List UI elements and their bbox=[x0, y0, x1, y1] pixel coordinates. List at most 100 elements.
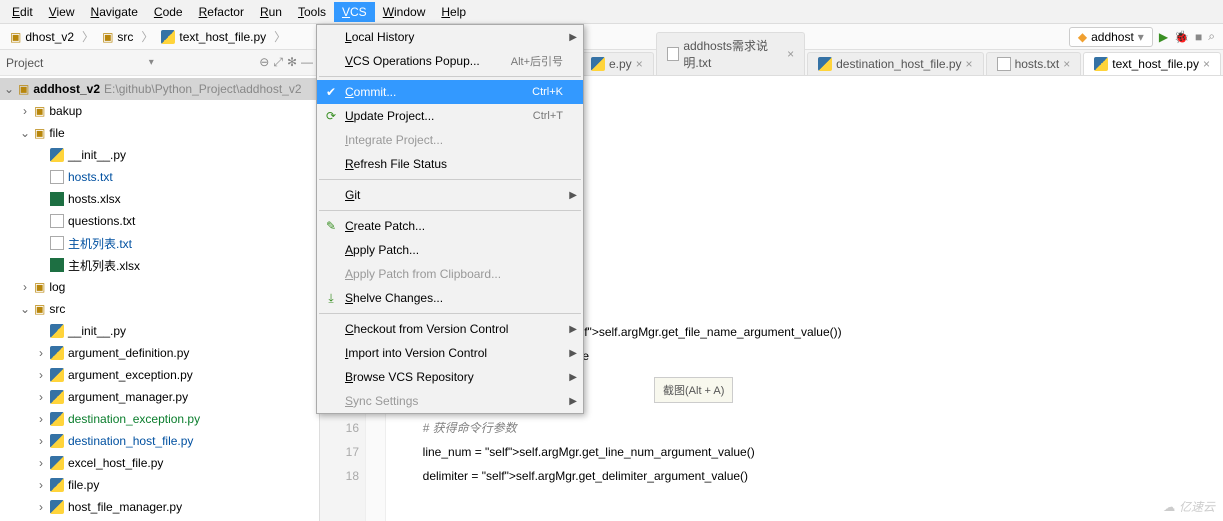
python-icon bbox=[50, 368, 64, 382]
tab-label: e.py bbox=[609, 57, 632, 71]
tree-item-file[interactable]: ⌄▣file bbox=[0, 122, 319, 144]
tab-label: addhosts需求说明.txt bbox=[683, 37, 783, 71]
tree-item-destination_exception.py[interactable]: ›destination_exception.py bbox=[0, 408, 319, 430]
folder-icon: ▣ bbox=[102, 30, 113, 44]
close-icon[interactable]: × bbox=[636, 57, 643, 71]
tree-item-__init__.py[interactable]: __init__.py bbox=[0, 144, 319, 166]
menu-item-local-history[interactable]: Local History▶ bbox=[317, 25, 583, 49]
tree-item-label: log bbox=[49, 280, 65, 294]
tab-text_host_file.py[interactable]: text_host_file.py× bbox=[1083, 52, 1221, 75]
tree-item-excel_host_file.py[interactable]: ›excel_host_file.py bbox=[0, 452, 319, 474]
menu-item-shelve-changes-[interactable]: ⤓Shelve Changes... bbox=[317, 286, 583, 310]
menu-shortcut: Ctrl+K bbox=[532, 86, 563, 98]
menu-edit[interactable]: Edit bbox=[4, 2, 41, 22]
menu-run[interactable]: Run bbox=[252, 2, 290, 22]
tree-item-argument_exception.py[interactable]: ›argument_exception.py bbox=[0, 364, 319, 386]
breadcrumb-file[interactable]: text_host_file.py bbox=[155, 28, 272, 46]
tree-item-label: 主机列表.txt bbox=[68, 235, 132, 252]
menu-window[interactable]: Window bbox=[375, 2, 434, 22]
menu-item-refresh-file-status[interactable]: Refresh File Status bbox=[317, 152, 583, 176]
debug-button[interactable]: 🐞 bbox=[1174, 30, 1189, 44]
python-run-icon: ◆ bbox=[1078, 30, 1087, 44]
menu-item-label: Sync Settings bbox=[345, 394, 418, 408]
menu-item-vcs-operations-popup-[interactable]: VCS Operations Popup...Alt+后引号 bbox=[317, 49, 583, 73]
menu-tools[interactable]: Tools bbox=[290, 2, 334, 22]
menu-navigate[interactable]: Navigate bbox=[83, 2, 146, 22]
hide-icon[interactable]: — bbox=[301, 55, 313, 70]
menu-item-commit-[interactable]: ✔Commit...Ctrl+K bbox=[317, 80, 583, 104]
menu-item-browse-vcs-repository[interactable]: Browse VCS Repository▶ bbox=[317, 365, 583, 389]
menu-item-apply-patch-[interactable]: Apply Patch... bbox=[317, 238, 583, 262]
menu-item-git[interactable]: Git▶ bbox=[317, 183, 583, 207]
tree-item-argument_manager.py[interactable]: ›argument_manager.py bbox=[0, 386, 319, 408]
tree-item-questions.txt[interactable]: questions.txt bbox=[0, 210, 319, 232]
close-icon[interactable]: × bbox=[787, 47, 794, 61]
folder-icon: ▣ bbox=[34, 104, 45, 118]
tree-item-__init__.py[interactable]: __init__.py bbox=[0, 320, 319, 342]
tab-destination_host_file.py[interactable]: destination_host_file.py × bbox=[807, 52, 983, 75]
text-icon bbox=[50, 236, 64, 250]
close-icon[interactable]: × bbox=[1063, 57, 1070, 71]
tree-item-file.py[interactable]: ›file.py bbox=[0, 474, 319, 496]
menu-help[interactable]: Help bbox=[433, 2, 474, 22]
folder-icon: ▣ bbox=[34, 126, 45, 140]
project-panel-header: Project ▾ ⊖ ⤢ ✻ — bbox=[0, 50, 319, 76]
project-root-row[interactable]: ⌄ ▣ addhost_v2 E:\github\Python_Project\… bbox=[0, 78, 319, 100]
menu-item-update-project-[interactable]: ⟳Update Project...Ctrl+T bbox=[317, 104, 583, 128]
python-icon bbox=[50, 412, 64, 426]
patch-icon: ✎ bbox=[323, 218, 339, 234]
menu-item-label: Update Project... bbox=[345, 109, 434, 123]
menu-item-label: Local History bbox=[345, 30, 414, 44]
collapse-all-icon[interactable]: ⊖ bbox=[259, 55, 269, 70]
breadcrumb: ▣ dhost_v2 〉 ▣ src 〉 text_host_file.py 〉 bbox=[0, 28, 286, 46]
tree-item-src[interactable]: ⌄▣src bbox=[0, 298, 319, 320]
breadcrumb-src[interactable]: ▣ src bbox=[96, 28, 139, 46]
tree-item-bakup[interactable]: ›▣bakup bbox=[0, 100, 319, 122]
menu-item-create-patch-[interactable]: ✎Create Patch... bbox=[317, 214, 583, 238]
tree-item-主机列表.xlsx[interactable]: 主机列表.xlsx bbox=[0, 254, 319, 276]
chevron-down-icon[interactable]: ▾ bbox=[149, 57, 154, 68]
tree-item-host_file_manager.py[interactable]: ›host_file_manager.py bbox=[0, 496, 319, 518]
tree-item-hosts.txt[interactable]: hosts.txt bbox=[0, 166, 319, 188]
search-everywhere-button[interactable]: ⌕ bbox=[1208, 29, 1215, 44]
tab-addhosts需求说明.txt[interactable]: addhosts需求说明.txt × bbox=[656, 32, 805, 75]
folder-icon: ▣ bbox=[10, 30, 21, 44]
expand-icon[interactable]: ⤢ bbox=[273, 55, 283, 70]
menu-item-checkout-from-version-control[interactable]: Checkout from Version Control▶ bbox=[317, 317, 583, 341]
tree-item-log[interactable]: ›▣log bbox=[0, 276, 319, 298]
text-icon bbox=[667, 47, 680, 61]
project-panel: Project ▾ ⊖ ⤢ ✻ — ⌄ ▣ addhost_v2 E:\gith… bbox=[0, 50, 320, 521]
menu-view[interactable]: View bbox=[41, 2, 83, 22]
submenu-arrow-icon: ▶ bbox=[569, 372, 577, 383]
tree-item-hosts.xlsx[interactable]: hosts.xlsx bbox=[0, 188, 319, 210]
run-button[interactable]: ▶ bbox=[1159, 30, 1168, 44]
tree-item-argument_definition.py[interactable]: ›argument_definition.py bbox=[0, 342, 319, 364]
python-icon bbox=[818, 57, 832, 71]
python-icon bbox=[50, 500, 64, 514]
tree-item-主机列表.txt[interactable]: 主机列表.txt bbox=[0, 232, 319, 254]
stop-button[interactable]: ■ bbox=[1195, 30, 1202, 44]
menu-code[interactable]: Code bbox=[146, 2, 191, 22]
close-icon[interactable]: × bbox=[1203, 57, 1210, 71]
close-icon[interactable]: × bbox=[966, 57, 973, 71]
menu-item-label: Apply Patch... bbox=[345, 243, 419, 257]
run-config-selector[interactable]: ◆ addhost ▾ bbox=[1069, 27, 1153, 47]
tree-item-label: destination_host_file.py bbox=[68, 434, 193, 448]
project-root-name: addhost_v2 bbox=[33, 82, 100, 96]
python-icon bbox=[50, 390, 64, 404]
menu-vcs[interactable]: VCS bbox=[334, 2, 375, 22]
menu-item-import-into-version-control[interactable]: Import into Version Control▶ bbox=[317, 341, 583, 365]
tree-item-destination_host_file.py[interactable]: ›destination_host_file.py bbox=[0, 430, 319, 452]
tree-item-label: hosts.xlsx bbox=[68, 192, 121, 206]
gear-icon[interactable]: ✻ bbox=[287, 55, 297, 70]
menu-refactor[interactable]: Refactor bbox=[191, 2, 252, 22]
menu-item-label: Import into Version Control bbox=[345, 346, 487, 360]
menu-item-label: Shelve Changes... bbox=[345, 291, 443, 305]
tab-e.py[interactable]: e.py × bbox=[580, 52, 654, 75]
chevron-icon: › bbox=[20, 104, 30, 118]
breadcrumb-project[interactable]: ▣ dhost_v2 bbox=[4, 28, 80, 46]
tab-hosts.txt[interactable]: hosts.txt× bbox=[986, 52, 1082, 75]
python-icon bbox=[50, 148, 64, 162]
screenshot-tooltip: 截图(Alt + A) bbox=[654, 377, 733, 403]
tab-label: destination_host_file.py bbox=[836, 57, 961, 71]
